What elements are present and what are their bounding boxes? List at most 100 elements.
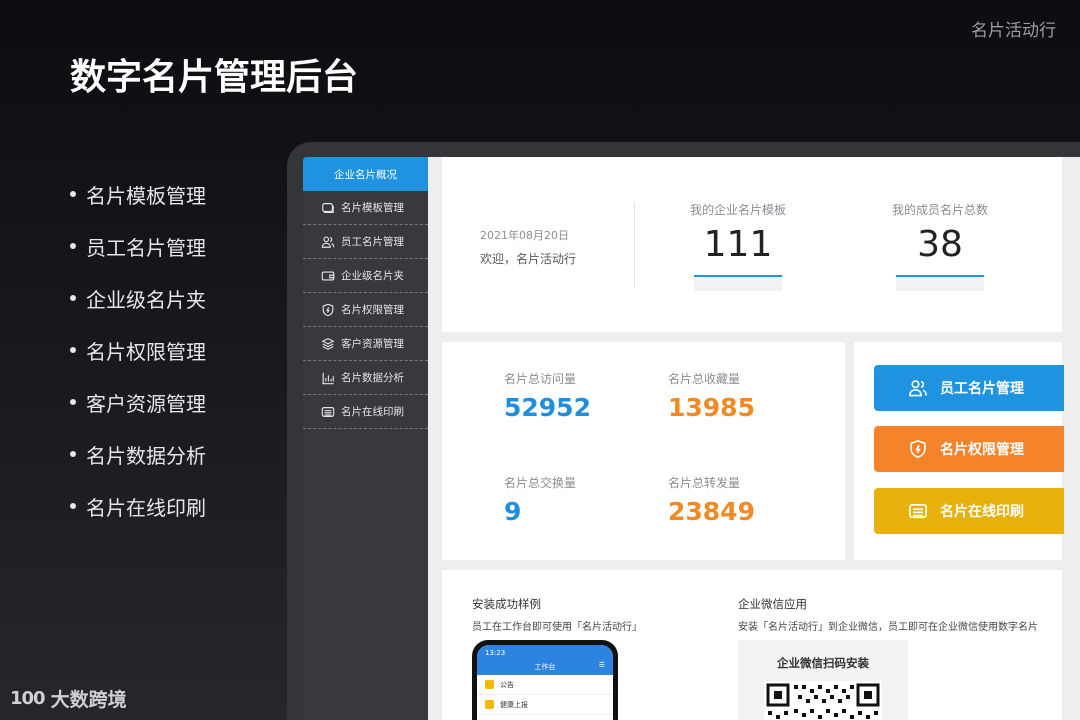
- brand-label: 名片活动行: [971, 21, 1056, 41]
- feature-label: 名片模板管理: [86, 183, 206, 208]
- bullet-icon: [70, 295, 76, 301]
- stat-value: 9: [504, 497, 522, 526]
- qr-title: 企业微信扫码安装: [777, 656, 869, 670]
- feature-label: 员工名片管理: [86, 235, 206, 260]
- button-label: 名片权限管理: [940, 442, 1024, 458]
- app-screen: 企业名片概况 名片模板管理 员工名片管理 企业级名片夹 名片权限管理 客户资源管…: [303, 157, 1080, 720]
- sidebar-item-label: 员工名片管理: [341, 236, 404, 248]
- sidebar-item-label: 名片在线印刷: [341, 406, 404, 418]
- sidebar-item-overview[interactable]: 企业名片概况: [303, 157, 428, 191]
- bullet-icon: [70, 243, 76, 249]
- feature-label: 名片数据分析: [86, 443, 206, 468]
- layers-icon: [321, 337, 335, 350]
- feature-item: 名片权限管理: [70, 324, 206, 376]
- slide-title: 数字名片管理后台: [70, 57, 359, 98]
- install-title: 安装成功样例: [472, 597, 541, 611]
- wecom-desc: 安装「名片活动行」到企业微信，员工即可在企业微信使用数字名片: [738, 622, 1038, 633]
- footer-logo: 100 大数跨境: [10, 685, 127, 712]
- bullet-icon: [70, 191, 76, 197]
- footer-brand: 大数跨境: [50, 689, 127, 711]
- shield-icon: [322, 303, 334, 316]
- metric-label: 我的企业名片模板: [689, 203, 786, 217]
- metric-underline: [896, 275, 984, 291]
- permission-button[interactable]: 名片权限管理: [874, 426, 1064, 472]
- stat-value: 23849: [668, 497, 755, 526]
- stat-value: 13985: [668, 393, 755, 422]
- date-text: 2021年08月20日: [480, 229, 569, 242]
- qr-code-icon: [764, 681, 882, 720]
- device-frame: 企业名片概况 名片模板管理 员工名片管理 企业级名片夹 名片权限管理 客户资源管…: [287, 142, 1080, 720]
- phone-row-label: 健康上报: [500, 700, 528, 709]
- overview-card: 2021年08月20日 欢迎，名片活动行 我的企业名片模板 111 我的成员名片…: [442, 157, 1062, 332]
- metric-member-count: 我的成员名片总数 38: [880, 201, 1000, 291]
- bullet-icon: [70, 451, 76, 457]
- notice-icon: [485, 680, 494, 689]
- metric-value: 111: [703, 224, 773, 265]
- stat-visits: 名片总访问量 52952: [504, 370, 591, 422]
- shield-icon: [910, 440, 926, 458]
- stat-label: 名片总收藏量: [668, 372, 741, 386]
- install-card: 安装成功样例 员工在工作台即可使用「名片活动行」 13:23 工作台 ☰ 公告 …: [442, 570, 1062, 720]
- metric-template-count: 我的企业名片模板 111: [678, 201, 798, 291]
- printer-icon: [909, 503, 927, 519]
- feature-item: 名片数据分析: [70, 428, 206, 480]
- stat-label: 名片总访问量: [504, 372, 577, 386]
- sidebar-item-label: 企业级名片夹: [341, 270, 404, 282]
- feature-item: 客户资源管理: [70, 376, 206, 428]
- card-template-icon: [322, 202, 334, 213]
- bullet-icon: [70, 399, 76, 405]
- sidebar-item-printing[interactable]: 名片在线印刷: [303, 395, 428, 429]
- feature-item: 员工名片管理: [70, 220, 206, 272]
- sidebar-item-label: 企业名片概况: [334, 168, 397, 181]
- sidebar-item-label: 客户资源管理: [341, 338, 404, 350]
- phone-row-label: 公告: [500, 680, 514, 689]
- phone-row: 健康上报: [477, 695, 613, 715]
- metric-underline: [694, 275, 782, 291]
- sidebar-item-label: 名片模板管理: [341, 202, 404, 214]
- sidebar-item-analytics[interactable]: 名片数据分析: [303, 361, 428, 395]
- stats-card: 名片总访问量 52952 名片总收藏量 13985 名片总交换量 9 名片总转发…: [442, 342, 845, 560]
- users-icon: [321, 236, 335, 248]
- sidebar-item-permissions[interactable]: 名片权限管理: [303, 293, 428, 327]
- stat-label: 名片总交换量: [504, 476, 577, 490]
- bar-chart-icon: [322, 372, 334, 384]
- phone-screen: 13:23 工作台 ☰ 公告 健康上报: [477, 645, 613, 720]
- wallet-icon: [321, 270, 335, 281]
- sidebar-item-templates[interactable]: 名片模板管理: [303, 191, 428, 225]
- feature-label: 客户资源管理: [86, 391, 206, 416]
- feature-label: 企业级名片夹: [86, 287, 206, 312]
- health-icon: [485, 700, 494, 709]
- phone-header: 13:23 工作台 ☰: [477, 645, 613, 675]
- welcome-text: 欢迎，名片活动行: [480, 252, 577, 266]
- wecom-title: 企业微信应用: [738, 597, 807, 611]
- feature-item: 名片模板管理: [70, 168, 206, 220]
- divider: [634, 202, 635, 287]
- feature-list: 名片模板管理 员工名片管理 企业级名片夹 名片权限管理 客户资源管理 名片数据分…: [70, 168, 206, 532]
- sidebar-item-label: 名片权限管理: [341, 304, 404, 316]
- button-label: 员工名片管理: [940, 381, 1024, 397]
- phone-mockup: 13:23 工作台 ☰ 公告 健康上报: [472, 640, 618, 720]
- metric-label: 我的成员名片总数: [891, 203, 988, 217]
- sidebar-item-card-folder[interactable]: 企业级名片夹: [303, 259, 428, 293]
- menu-icon: ☰: [598, 661, 605, 669]
- metric-value: 38: [917, 224, 963, 265]
- feature-item: 名片在线印刷: [70, 480, 206, 532]
- stat-favorites: 名片总收藏量 13985: [668, 370, 755, 422]
- sidebar: 企业名片概况 名片模板管理 员工名片管理 企业级名片夹 名片权限管理 客户资源管…: [303, 157, 428, 720]
- qr-panel: 企业微信扫码安装: [738, 640, 908, 720]
- printer-icon: [321, 406, 335, 417]
- phone-row: 公告: [477, 675, 613, 695]
- bullet-icon: [70, 503, 76, 509]
- stat-exchanges: 名片总交换量 9: [504, 474, 576, 526]
- logo-mark: 100: [10, 688, 46, 709]
- sidebar-item-employees[interactable]: 员工名片管理: [303, 225, 428, 259]
- phone-time: 13:23: [485, 649, 506, 657]
- install-desc: 员工在工作台即可使用「名片活动行」: [472, 622, 642, 633]
- employee-card-button[interactable]: 员工名片管理: [874, 365, 1064, 411]
- sidebar-item-label: 名片数据分析: [341, 372, 404, 384]
- button-label: 名片在线印刷: [940, 504, 1024, 520]
- phone-header-title: 工作台: [534, 663, 556, 671]
- sidebar-item-customers[interactable]: 客户资源管理: [303, 327, 428, 361]
- online-print-button[interactable]: 名片在线印刷: [874, 488, 1064, 534]
- stat-forwards: 名片总转发量 23849: [668, 474, 755, 526]
